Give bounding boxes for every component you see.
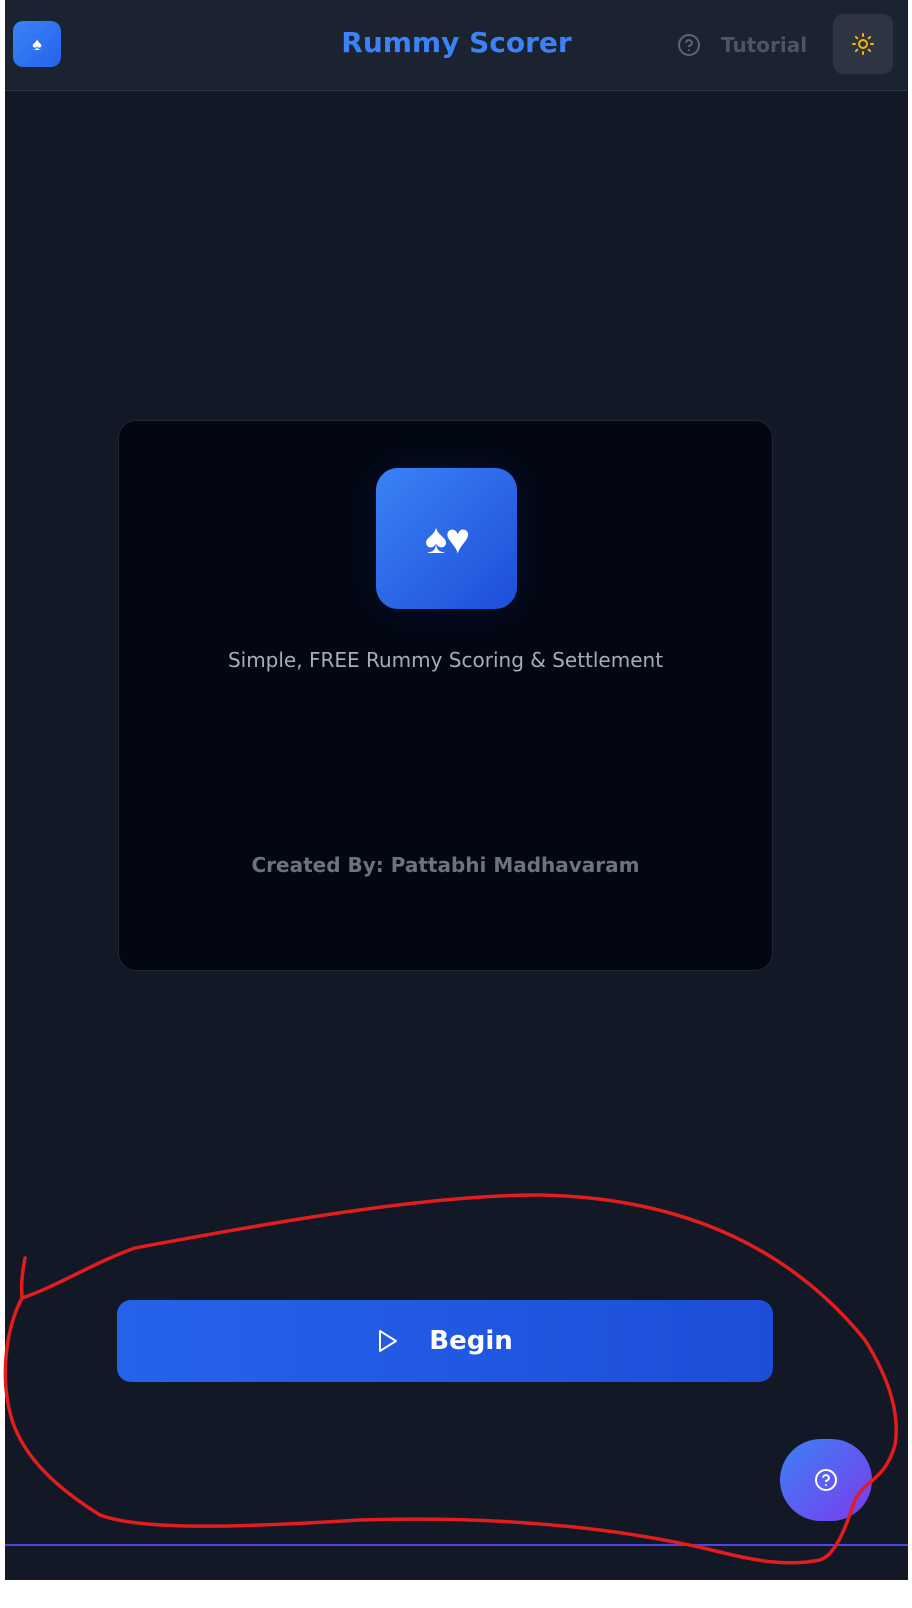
top-bar: ♠ Rummy Scorer Tutorial — [5, 0, 908, 91]
begin-label: Begin — [429, 1326, 513, 1356]
spade-heart-icon: ♠♥ — [424, 514, 470, 562]
help-circle-icon — [678, 34, 700, 56]
begin-button[interactable]: Begin — [117, 1300, 773, 1382]
sun-icon — [852, 33, 874, 55]
tutorial-label: Tutorial — [721, 33, 808, 57]
help-fab[interactable] — [780, 1439, 872, 1521]
welcome-card: ♠♥ Simple, FREE Rummy Scoring & Settleme… — [118, 420, 773, 971]
credit-text: Created By: Pattabhi Madhavaram — [251, 853, 640, 877]
tagline: Simple, FREE Rummy Scoring & Settlement — [227, 648, 664, 672]
card-logo: ♠♥ — [376, 468, 517, 609]
help-circle-icon — [815, 1469, 837, 1491]
bottom-divider — [5, 1544, 908, 1546]
play-icon — [379, 1330, 398, 1352]
theme-toggle-button[interactable] — [833, 14, 893, 74]
tutorial-link[interactable]: Tutorial — [677, 30, 807, 60]
app-screen: ♠ Rummy Scorer Tutorial ♠♥ Simple, FREE … — [5, 0, 908, 1580]
